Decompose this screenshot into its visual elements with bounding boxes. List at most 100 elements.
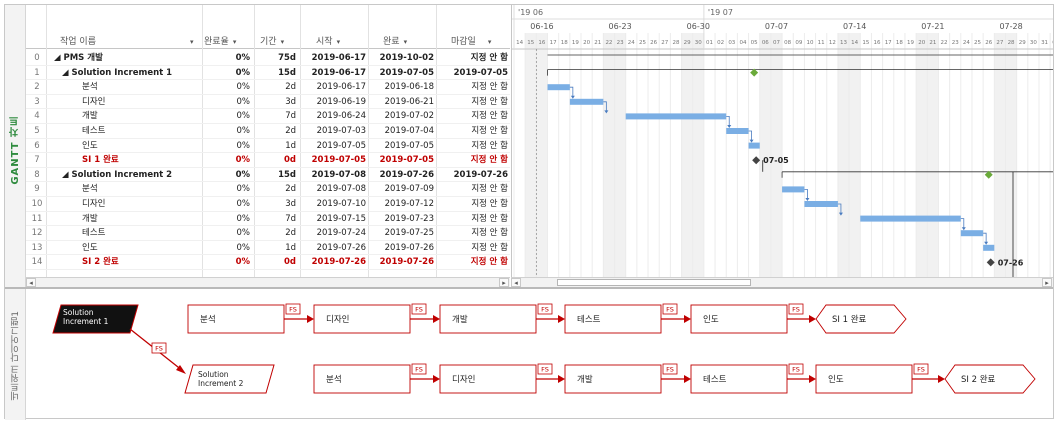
task-start: 2019-07-26 <box>311 257 366 268</box>
scroll-right-icon[interactable]: ▸ <box>499 278 509 287</box>
milestone-node-label: SI 2 완료 <box>961 375 996 385</box>
task-percent: 0% <box>236 242 251 253</box>
table-row[interactable]: 5 테스트 0% 2d 2019-07-03 2019-07-04 지정 안 함 <box>26 124 510 139</box>
task-percent: 0% <box>236 140 251 151</box>
dependency-arrowhead <box>749 139 754 143</box>
table-row[interactable]: 13 인도 0% 1d 2019-07-26 2019-07-26 지정 안 함 <box>26 241 510 256</box>
table-row[interactable]: 7 SI 1 완료 0% 0d 2019-07-05 2019-07-05 지정 안 함 <box>26 153 510 168</box>
task-name: SI 1 완료 <box>82 155 119 166</box>
column-header-start[interactable]: 시작 ▾ <box>316 35 372 49</box>
table-row[interactable]: 1 ◢ Solution Increment 1 0% 15d 2019-06-17 20… <box>26 66 510 81</box>
sort-arrow-icon[interactable]: ▾ <box>281 38 285 46</box>
task-node-label: 테스트 <box>703 375 727 385</box>
task-name: 인도 <box>82 140 98 151</box>
column-header-name[interactable]: 작업 이름 ▾ <box>60 35 200 49</box>
task-table: 작업 이름 ▾ 완료율 ▾ 기간 ▾ 시작 ▾ 완료 ▾ 마감일 ▾ 0 ◢ P… <box>26 5 510 277</box>
table-row[interactable]: 12 테스트 0% 2d 2019-07-24 2019-07-25 지정 안 함 <box>26 226 510 241</box>
task-deadline: 지정 안 함 <box>471 111 508 122</box>
gantt-chart-area[interactable]: '19 06 '19 07 06-16 06-23 06-30 07-07 07-14 07-… <box>511 5 1053 277</box>
sort-arrow-icon[interactable]: ▾ <box>190 35 194 49</box>
task-node-label: 분석 <box>200 314 216 325</box>
task-name: ◢ Solution Increment 2 <box>62 169 173 180</box>
task-start: 2019-06-19 <box>316 96 366 107</box>
week-label: 07-28 <box>999 22 1022 31</box>
table-row[interactable]: 2 분석 0% 2d 2019-06-17 2019-06-18 지정 안 함 <box>26 80 510 95</box>
table-row[interactable]: 10 디자인 0% 3d 2019-07-10 2019-07-12 지정 안 함 <box>26 197 510 212</box>
sort-arrow-icon[interactable]: ▾ <box>233 38 237 46</box>
fs-badge-label: FS <box>541 366 549 374</box>
task-duration: 15d <box>278 67 296 78</box>
fs-arrowhead <box>558 375 565 383</box>
week-label: 06-30 <box>687 22 710 31</box>
table-horizontal-scrollbar[interactable]: ◂ ▸ <box>26 277 510 287</box>
row-id: 9 <box>34 184 40 195</box>
milestone-diamond <box>752 156 761 165</box>
task-name: 테스트 <box>82 126 106 136</box>
day-label: 15 <box>862 40 869 46</box>
chart-horizontal-scrollbar[interactable]: ◂ ▸ <box>511 277 1053 287</box>
network-diagram-svg[interactable]: SolutionIncrement 1SolutionIncrement 2FS… <box>26 289 1053 418</box>
task-start: 2019-07-08 <box>311 169 366 180</box>
day-label: 03 <box>728 40 735 46</box>
scroll-right-icon[interactable]: ▸ <box>1042 278 1052 287</box>
table-row[interactable]: 0 ◢ PMS 개발 0% 75d 2019-06-17 2019-10-02 지정 안 함 <box>26 51 510 66</box>
day-label: 21 <box>929 40 936 46</box>
column-header-deadline[interactable]: 마감일 ▾ <box>451 35 509 49</box>
fs-badge-label: FS <box>666 366 674 374</box>
fs-arrowhead <box>433 375 440 383</box>
task-duration: 2d <box>285 184 296 195</box>
row-id: 2 <box>34 82 40 93</box>
day-label: 16 <box>538 40 545 46</box>
month-label: '19 07 <box>708 8 733 17</box>
task-end: 2019-10-02 <box>379 53 434 63</box>
fs-arrowhead <box>684 315 691 323</box>
scroll-left-icon[interactable]: ◂ <box>26 278 36 287</box>
fs-arrowhead <box>558 315 565 323</box>
table-row[interactable]: 3 디자인 0% 3d 2019-06-19 2019-06-21 지정 안 함 <box>26 95 510 110</box>
week-label: 07-07 <box>765 22 788 31</box>
sort-arrow-icon[interactable]: ▾ <box>488 38 492 46</box>
scroll-thumb[interactable] <box>557 279 751 286</box>
table-row[interactable]: 6 인도 0% 1d 2019-07-05 2019-07-05 지정 안 함 <box>26 139 510 154</box>
column-header-end[interactable]: 완료 ▾ <box>383 35 439 49</box>
table-row[interactable]: 4 개발 0% 7d 2019-06-24 2019-07-02 지정 안 함 <box>26 109 510 124</box>
project-window: GANTT 차트 작업 이름 ▾ 완료율 ▾ 기간 ▾ 시작 ▾ 완료 ▾ 마감… <box>4 4 1054 420</box>
day-label: 21 <box>594 40 601 46</box>
day-label: 14 <box>516 40 523 46</box>
day-label: 25 <box>639 40 646 46</box>
day-label: 24 <box>963 40 970 46</box>
task-deadline: 지정 안 함 <box>470 155 508 166</box>
table-row[interactable]: 11 개발 0% 7d 2019-07-15 2019-07-23 지정 안 함 <box>26 212 510 227</box>
fs-badge-label: FS <box>666 306 674 314</box>
task-deadline: 2019-07-26 <box>453 169 508 180</box>
sort-arrow-icon[interactable]: ▾ <box>404 38 408 46</box>
week-label: 07-21 <box>921 22 944 31</box>
scroll-left-icon[interactable]: ◂ <box>511 278 521 287</box>
day-label: 30 <box>1030 40 1037 46</box>
table-row[interactable]: 8 ◢ Solution Increment 2 0% 15d 2019-07-08 20… <box>26 168 510 183</box>
day-label: 05 <box>751 40 758 46</box>
day-label: 19 <box>907 40 914 46</box>
row-id: 1 <box>34 67 40 78</box>
dependency-arrowhead <box>984 241 989 245</box>
sort-arrow-icon[interactable]: ▾ <box>337 38 341 46</box>
fs-arrowhead <box>938 375 945 383</box>
task-bar <box>983 244 995 251</box>
task-bar <box>625 113 727 120</box>
column-header-duration[interactable]: 기간 ▾ <box>260 35 300 49</box>
table-row[interactable]: 14 SI 2 완료 0% 0d 2019-07-26 2019-07-26 지정 안 함 <box>26 255 510 270</box>
weekend-band <box>525 33 537 277</box>
task-start: 2019-07-26 <box>316 242 366 253</box>
task-deadline: 지정 안 함 <box>471 126 508 136</box>
task-percent: 0% <box>236 82 251 93</box>
day-label: 11 <box>818 40 825 46</box>
task-start: 2019-06-17 <box>311 67 366 78</box>
milestone-label: 07-05 <box>763 156 789 165</box>
day-label: 20 <box>918 40 925 46</box>
task-percent: 0% <box>235 67 250 78</box>
table-row[interactable]: 9 분석 0% 2d 2019-07-08 2019-07-09 지정 안 함 <box>26 182 510 197</box>
column-header-pct[interactable]: 완료율 ▾ <box>204 35 252 49</box>
day-label: 13 <box>840 40 847 46</box>
row-id: 11 <box>31 213 43 224</box>
task-deadline: 지정 안 함 <box>471 242 508 253</box>
